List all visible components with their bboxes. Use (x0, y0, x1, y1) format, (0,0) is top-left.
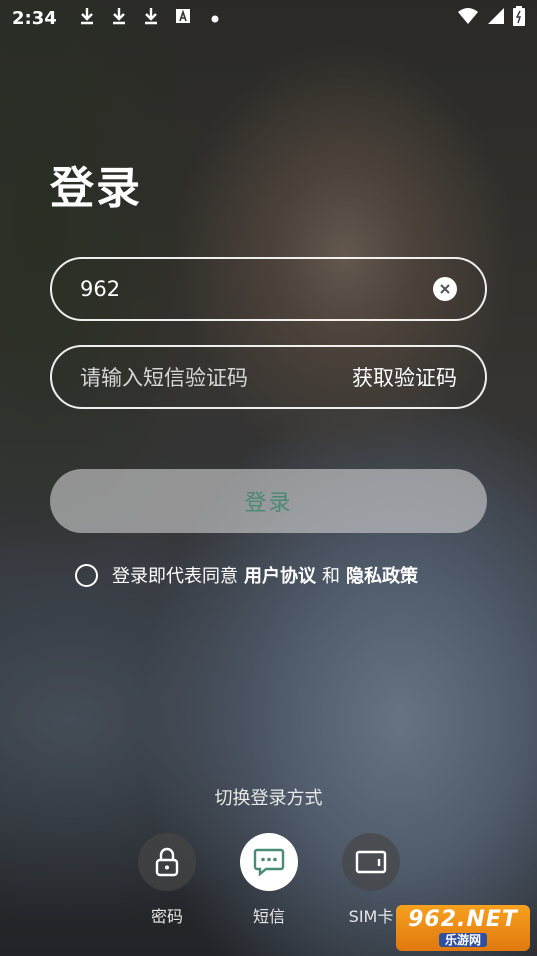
password-login-option[interactable]: 密码 (127, 833, 207, 927)
sms-icon[interactable] (240, 833, 298, 891)
agree-radio[interactable] (75, 563, 98, 587)
watermark-bottom: 乐游网 (438, 933, 487, 947)
status-bar: 2:34 (0, 0, 537, 36)
font-a-icon (173, 8, 193, 29)
page-title: 登录 (50, 163, 142, 214)
watermark-top: 962.NET (408, 907, 518, 932)
download-icon (77, 7, 97, 30)
option-label: 短信 (252, 907, 285, 926)
phone-value[interactable]: 962 (80, 277, 433, 301)
wifi-icon (457, 7, 479, 30)
download-icon (141, 7, 161, 30)
sms-code-placeholder[interactable]: 请输入短信验证码 (80, 362, 352, 392)
status-time: 2:34 (12, 7, 57, 29)
clear-icon[interactable] (433, 277, 457, 301)
battery-icon (513, 5, 525, 31)
lock-icon[interactable] (138, 833, 196, 891)
agreement-and: 和 (322, 566, 340, 587)
sms-login-option[interactable]: 短信 (229, 833, 309, 927)
phone-input[interactable]: 962 (50, 257, 487, 321)
sim-card-icon[interactable] (342, 833, 400, 891)
signal-icon (487, 7, 505, 30)
option-label: 密码 (150, 907, 183, 926)
agreement-prefix: 登录即代表同意 (112, 566, 238, 587)
agreement-row: 登录即代表同意 用户协议 和 隐私政策 (75, 562, 418, 588)
download-icon (109, 7, 129, 30)
site-watermark: 962.NET 乐游网 (396, 905, 530, 951)
sms-code-input[interactable]: 请输入短信验证码 获取验证码 (50, 345, 487, 409)
dot-icon (205, 8, 225, 28)
user-agreement-link[interactable]: 用户协议 (244, 562, 316, 588)
get-code-button[interactable]: 获取验证码 (352, 362, 457, 392)
login-button[interactable]: 登录 (50, 469, 487, 533)
privacy-policy-link[interactable]: 隐私政策 (346, 562, 418, 588)
switch-login-method-label: 切换登录方式 (214, 788, 323, 809)
